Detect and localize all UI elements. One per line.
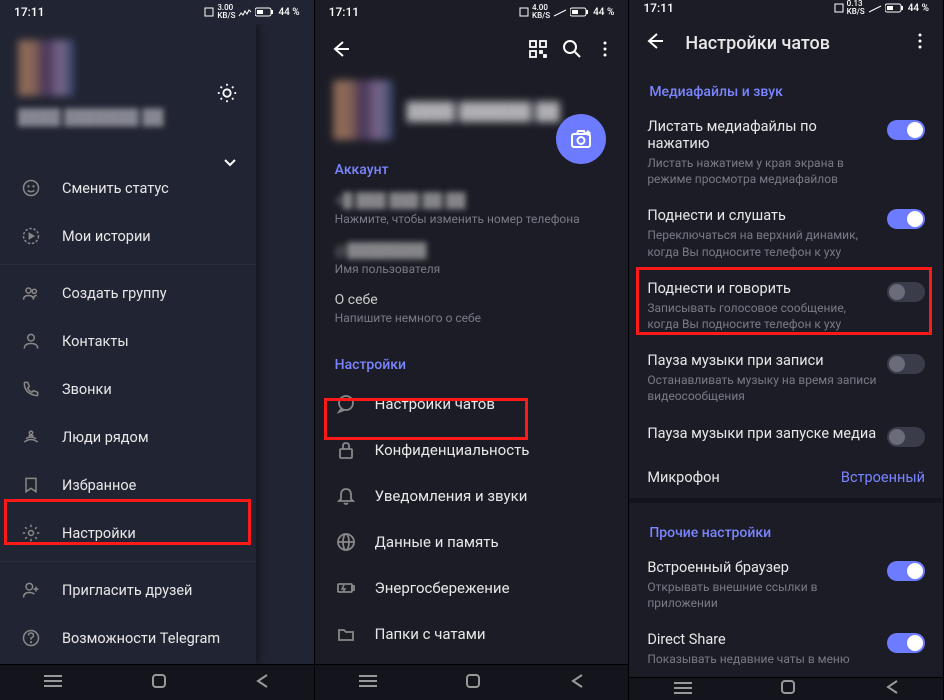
row-chat-settings[interactable]: Настройки чатов <box>315 381 629 427</box>
page-title: Настройки чатов <box>685 33 891 54</box>
row-privacy[interactable]: Конфиденциальность <box>315 427 629 473</box>
bookmark-icon <box>20 474 42 496</box>
folder-icon <box>335 623 357 645</box>
status-battery: 44 % <box>278 7 299 18</box>
status-bar: 17:11 3.00KB/S 44 % <box>0 0 314 24</box>
nav-home-icon[interactable] <box>151 673 167 693</box>
menu-invite[interactable]: Пригласить друзей <box>0 566 256 614</box>
bell-icon <box>335 485 357 507</box>
bio-row[interactable]: О себе Напишите немного о себе <box>315 286 629 335</box>
menu-create-group[interactable]: Создать группу <box>0 269 256 317</box>
nav-recent-icon[interactable] <box>44 673 62 692</box>
battery-icon <box>335 577 357 599</box>
row-browser[interactable]: Встроенный браузер Открывать внешние ссы… <box>629 549 943 621</box>
nav-bar <box>0 664 314 700</box>
nav-home-icon[interactable] <box>465 673 481 693</box>
phone-icon <box>20 378 42 400</box>
drawer-screen: 17:11 3.00KB/S 44 % Новости 42 27 янв. 1… <box>0 0 315 700</box>
menu-features[interactable]: Возможности Telegram <box>0 614 256 662</box>
menu-my-stories[interactable]: Мои истории <box>0 212 256 260</box>
play-circle-icon <box>20 225 42 247</box>
more-icon[interactable] <box>596 40 614 62</box>
nav-recent-icon[interactable] <box>359 673 377 692</box>
row-raise-speak[interactable]: Поднести и говорить Записывать голосовое… <box>629 270 943 342</box>
status-time: 17:11 <box>643 1 673 15</box>
qr-icon[interactable] <box>528 39 548 63</box>
lock-icon <box>335 439 357 461</box>
other-section-title: Прочие настройки <box>629 503 943 549</box>
phone-row[interactable]: +█ ███ ███ ██ ██ Нажмите, чтобы изменить… <box>315 186 629 236</box>
row-folders[interactable]: Папки с чатами <box>315 611 629 657</box>
help-icon <box>20 627 42 649</box>
app-bar <box>315 24 629 74</box>
emoji-icon <box>20 177 42 199</box>
microphone-value: Встроенный <box>841 469 925 486</box>
avatar[interactable] <box>18 40 74 96</box>
back-icon[interactable] <box>329 38 351 64</box>
chat-settings-screen: 17:11 0.13KB/S 44 % Настройки чатов Меди… <box>629 0 944 700</box>
menu-change-status[interactable]: Сменить статус <box>0 164 256 212</box>
nav-bar <box>315 664 629 700</box>
nav-back-icon[interactable] <box>885 679 899 699</box>
group-icon <box>20 282 42 304</box>
avatar[interactable] <box>333 80 393 140</box>
person-icon <box>20 330 42 352</box>
menu-contacts[interactable]: Контакты <box>0 317 256 365</box>
data-icon <box>335 531 357 553</box>
chat-icon <box>335 393 357 415</box>
status-right: 3.00KB/S 44 % <box>204 4 299 20</box>
add-person-icon <box>20 579 42 601</box>
menu-people-nearby[interactable]: Люди рядом <box>0 413 256 461</box>
username-row[interactable]: @████████ Имя пользователя <box>315 236 629 286</box>
row-raise-listen[interactable]: Поднести и слушать Переключаться на верх… <box>629 197 943 269</box>
row-notifications[interactable]: Уведомления и звуки <box>315 473 629 519</box>
status-time: 17:11 <box>329 5 359 19</box>
user-name[interactable]: ████ ███████ ██ <box>18 108 238 126</box>
nav-home-icon[interactable] <box>780 679 796 699</box>
row-tap-media[interactable]: Листать медиафайлы по нажатию Листать на… <box>629 108 943 197</box>
toggle-switch[interactable] <box>887 561 925 581</box>
toggle-switch[interactable] <box>887 633 925 653</box>
drawer-header: ████ ███████ ██ <box>0 24 256 136</box>
profile-name: ████ ██████ ██ <box>407 102 560 122</box>
media-section-title: Медиафайлы и звук <box>629 70 943 108</box>
toggle-switch[interactable] <box>887 209 925 229</box>
row-pause-record[interactable]: Пауза музыки при записи Останавливать му… <box>629 342 943 414</box>
row-power[interactable]: Энергосбережение <box>315 565 629 611</box>
menu-settings[interactable]: Настройки <box>0 509 256 557</box>
location-person-icon <box>20 426 42 448</box>
settings-screen: 17:11 4.00KB/S 44 % ████ ██████ ██ Аккау… <box>315 0 630 700</box>
more-icon[interactable] <box>911 32 929 54</box>
row-direct-share[interactable]: Direct Share Показывать недавние чаты в … <box>629 621 943 677</box>
search-icon[interactable] <box>562 39 582 63</box>
gear-icon <box>20 522 42 544</box>
status-bar: 17:11 4.00KB/S 44 % <box>315 0 629 24</box>
toggle-switch[interactable] <box>887 354 925 374</box>
row-pause-media[interactable]: Пауза музыки при запуске медиа <box>629 415 943 457</box>
nav-bar <box>629 677 943 700</box>
settings-section-title: Настройки <box>315 335 629 381</box>
theme-toggle-icon[interactable] <box>216 82 238 108</box>
row-data[interactable]: Данные и память <box>315 519 629 565</box>
nav-back-icon[interactable] <box>255 673 269 693</box>
toggle-switch[interactable] <box>887 120 925 140</box>
profile-block: ████ ██████ ██ <box>315 74 629 140</box>
drawer-menu: Сменить статус Мои истории Создать групп… <box>0 156 256 664</box>
status-time: 17:11 <box>14 5 44 19</box>
back-icon[interactable] <box>643 30 665 56</box>
menu-calls[interactable]: Звонки <box>0 365 256 413</box>
toggle-switch[interactable] <box>887 282 925 302</box>
toggle-switch[interactable] <box>887 427 925 447</box>
status-bar: 17:11 0.13KB/S 44 % <box>629 0 943 16</box>
row-microphone[interactable]: Микрофон Встроенный <box>629 457 943 498</box>
chat-list-peek: Новости 42 27 янв. 16:54 17:07 2 11:14 2… <box>256 48 314 628</box>
chevron-down-icon[interactable] <box>222 154 238 174</box>
camera-button[interactable] <box>556 114 606 164</box>
nav-recent-icon[interactable] <box>674 680 692 699</box>
menu-saved[interactable]: Избранное <box>0 461 256 509</box>
app-bar: Настройки чатов <box>629 16 943 70</box>
nav-back-icon[interactable] <box>570 673 584 693</box>
